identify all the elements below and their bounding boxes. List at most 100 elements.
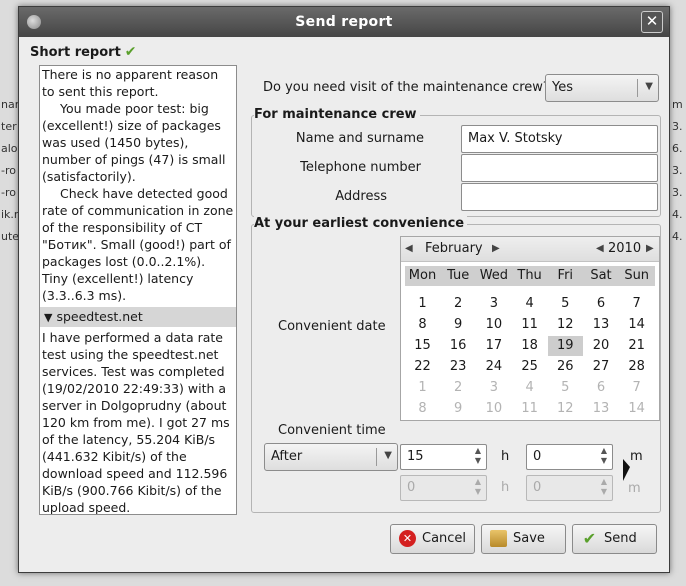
calendar-day[interactable]: 11 — [512, 315, 547, 335]
calendar-day[interactable]: 1 — [405, 378, 440, 398]
save-button[interactable]: Save — [481, 524, 566, 554]
spin-arrows-icon[interactable]: ▲ ▼ — [597, 446, 611, 468]
calendar-day[interactable]: 24 — [476, 357, 511, 377]
weekday-wed: Wed — [479, 268, 509, 283]
calendar-day[interactable]: 21 — [619, 336, 654, 356]
date-label: Convenient date — [278, 319, 386, 334]
background-text: 3. — [672, 186, 683, 199]
calendar-day[interactable]: 13 — [584, 315, 619, 335]
mouse-cursor-icon — [623, 459, 637, 481]
calendar-day[interactable]: 25 — [512, 357, 547, 377]
save-icon — [490, 530, 507, 547]
cancel-button[interactable]: ✕ Cancel — [390, 524, 475, 554]
calendar-day[interactable]: 19 — [547, 336, 583, 356]
calendar-day[interactable]: 13 — [584, 399, 619, 419]
send-button[interactable]: ✔ Send — [572, 524, 657, 554]
weekday-thu: Thu — [517, 268, 542, 283]
calendar-day[interactable]: 9 — [441, 399, 476, 419]
next-month-icon[interactable]: ▶ — [492, 243, 500, 254]
background-text: 6. — [672, 142, 683, 155]
calendar-day[interactable]: 6 — [584, 294, 619, 314]
calendar-day[interactable]: 6 — [584, 378, 619, 398]
spin-arrows-icon: ▲ ▼ — [474, 477, 482, 496]
send-check-icon: ✔ — [582, 529, 597, 548]
visit-combo[interactable]: Yes ▼ — [545, 74, 659, 102]
background-text: -ro — [1, 164, 16, 177]
background-text: 3. — [672, 164, 683, 177]
address-label: Address — [335, 189, 387, 204]
calendar-day[interactable]: 17 — [476, 336, 511, 356]
calendar-day[interactable]: 7 — [619, 294, 654, 314]
minutes-unit-disabled: m — [628, 481, 641, 496]
calendar-header: ◀ February ▶ ◀ 2010 ▶ — [401, 237, 659, 262]
calendar-day[interactable]: 12 — [548, 399, 583, 419]
minutes-spinner-disabled: 0 ▲ ▼ — [526, 475, 613, 501]
calendar-day[interactable]: 28 — [619, 357, 654, 377]
hours-value: 15 — [407, 449, 424, 464]
prev-month-icon[interactable]: ◀ — [405, 243, 413, 254]
calendar-day[interactable]: 5 — [548, 378, 583, 398]
calendar-day[interactable]: 18 — [512, 336, 547, 356]
background-text: -ro — [1, 186, 16, 199]
calendar-day[interactable]: 7 — [619, 378, 654, 398]
spin-arrows-icon: ▲ ▼ — [600, 477, 608, 496]
calendar-day[interactable]: 23 — [441, 357, 476, 377]
report-paragraph: Check have detected good rate of communi… — [42, 186, 234, 303]
calendar-day[interactable]: 9 — [441, 315, 476, 335]
time-mode-combo[interactable]: After ▼ — [264, 443, 398, 471]
speedtest-expander[interactable]: ▼ speedtest.net — [40, 307, 236, 327]
weekday-row: Mon Tue Wed Thu Fri Sat Sun — [405, 266, 655, 286]
minutes-spinner[interactable]: 0 ▲ ▼ — [526, 444, 613, 470]
calendar-day[interactable]: 2 — [441, 294, 476, 314]
calendar-month: February — [425, 241, 483, 256]
maintenance-crew-title: For maintenance crew — [254, 107, 420, 122]
close-icon[interactable]: ✕ — [641, 11, 663, 33]
calendar-day[interactable]: 3 — [476, 294, 511, 314]
calendar-day[interactable]: 22 — [405, 357, 440, 377]
title-bar[interactable]: Send report ✕ — [19, 7, 669, 37]
background-text: ik.r — [1, 208, 18, 221]
weekday-mon: Mon — [408, 268, 437, 283]
prev-year-icon[interactable]: ◀ — [596, 243, 604, 254]
chevron-down-icon: ▼ — [384, 450, 392, 461]
calendar-day[interactable]: 2 — [441, 378, 476, 398]
calendar-day[interactable]: 10 — [476, 315, 511, 335]
calendar-day[interactable]: 12 — [548, 315, 583, 335]
background-left-column: nar ter alov -ro -ro ik.r ute — [0, 98, 18, 298]
address-field[interactable] — [461, 183, 658, 211]
calendar-day[interactable]: 4 — [512, 294, 547, 314]
calendar-day[interactable]: 26 — [548, 357, 583, 377]
calendar-day[interactable]: 14 — [619, 399, 654, 419]
calendar[interactable]: ◀ February ▶ ◀ 2010 ▶ Mon Tue Wed Thu Fri Sat… — [400, 236, 660, 421]
convenience-title: At your earliest convenience — [254, 216, 468, 231]
weekday-sat: Sat — [590, 268, 612, 283]
speedtest-text: I have performed a data rate test using … — [42, 330, 230, 515]
combo-separator — [376, 448, 377, 466]
calendar-day[interactable]: 20 — [584, 336, 619, 356]
calendar-day[interactable]: 8 — [405, 399, 440, 419]
calendar-day[interactable]: 11 — [512, 399, 547, 419]
calendar-day[interactable]: 15 — [405, 336, 440, 356]
cancel-icon: ✕ — [399, 530, 416, 547]
calendar-day[interactable]: 1 — [405, 294, 440, 314]
calendar-day[interactable]: 5 — [548, 294, 583, 314]
background-text: ute — [1, 230, 18, 243]
next-year-icon[interactable]: ▶ — [646, 243, 654, 254]
background-text: nar — [1, 98, 18, 111]
name-field[interactable]: Max V. Stotsky — [461, 125, 658, 153]
calendar-day[interactable]: 8 — [405, 315, 440, 335]
background-text: 3. — [672, 120, 683, 133]
calendar-day[interactable]: 14 — [619, 315, 654, 335]
calendar-day[interactable]: 3 — [476, 378, 511, 398]
report-paragraph: There is no apparent reason to sent this… — [42, 67, 219, 99]
report-text-view[interactable]: There is no apparent reason to sent this… — [39, 65, 237, 515]
phone-field[interactable] — [461, 154, 658, 182]
weekday-sun: Sun — [624, 268, 650, 283]
calendar-day[interactable]: 4 — [512, 378, 547, 398]
calendar-day[interactable]: 16 — [441, 336, 476, 356]
hours-spinner[interactable]: 15 ▲ ▼ — [400, 444, 487, 470]
spin-arrows-icon[interactable]: ▲ ▼ — [471, 446, 485, 468]
calendar-day[interactable]: 27 — [584, 357, 619, 377]
background-text: 4. — [672, 230, 683, 243]
calendar-day[interactable]: 10 — [476, 399, 511, 419]
